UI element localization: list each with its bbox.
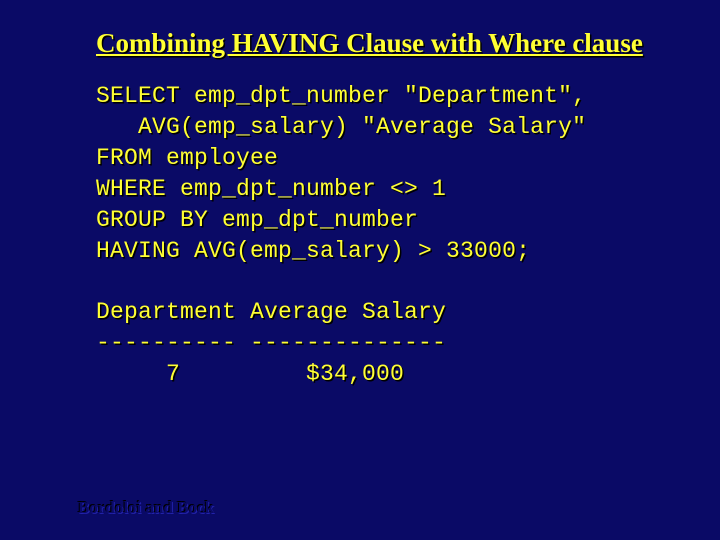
code-line: SELECT emp_dpt_number "Department", <box>96 83 586 109</box>
slide-title: Combining HAVING Clause with Where claus… <box>96 28 670 59</box>
code-line: HAVING AVG(emp_salary) > 33000; <box>96 238 530 264</box>
result-row: 7 $34,000 <box>96 361 404 387</box>
footer-text: Bordoloi and Bock <box>78 498 214 518</box>
result-divider: ---------- -------------- <box>96 330 446 356</box>
sql-code-block: SELECT emp_dpt_number "Department", AVG(… <box>96 81 670 267</box>
code-line: WHERE emp_dpt_number <> 1 <box>96 176 446 202</box>
result-output: Department Average Salary ---------- ---… <box>96 297 670 390</box>
code-line: GROUP BY emp_dpt_number <box>96 207 418 233</box>
spacer <box>96 267 670 297</box>
result-header: Department Average Salary <box>96 299 446 325</box>
code-line: FROM employee <box>96 145 278 171</box>
slide: Combining HAVING Clause with Where claus… <box>0 0 720 540</box>
code-line: AVG(emp_salary) "Average Salary" <box>96 114 586 140</box>
